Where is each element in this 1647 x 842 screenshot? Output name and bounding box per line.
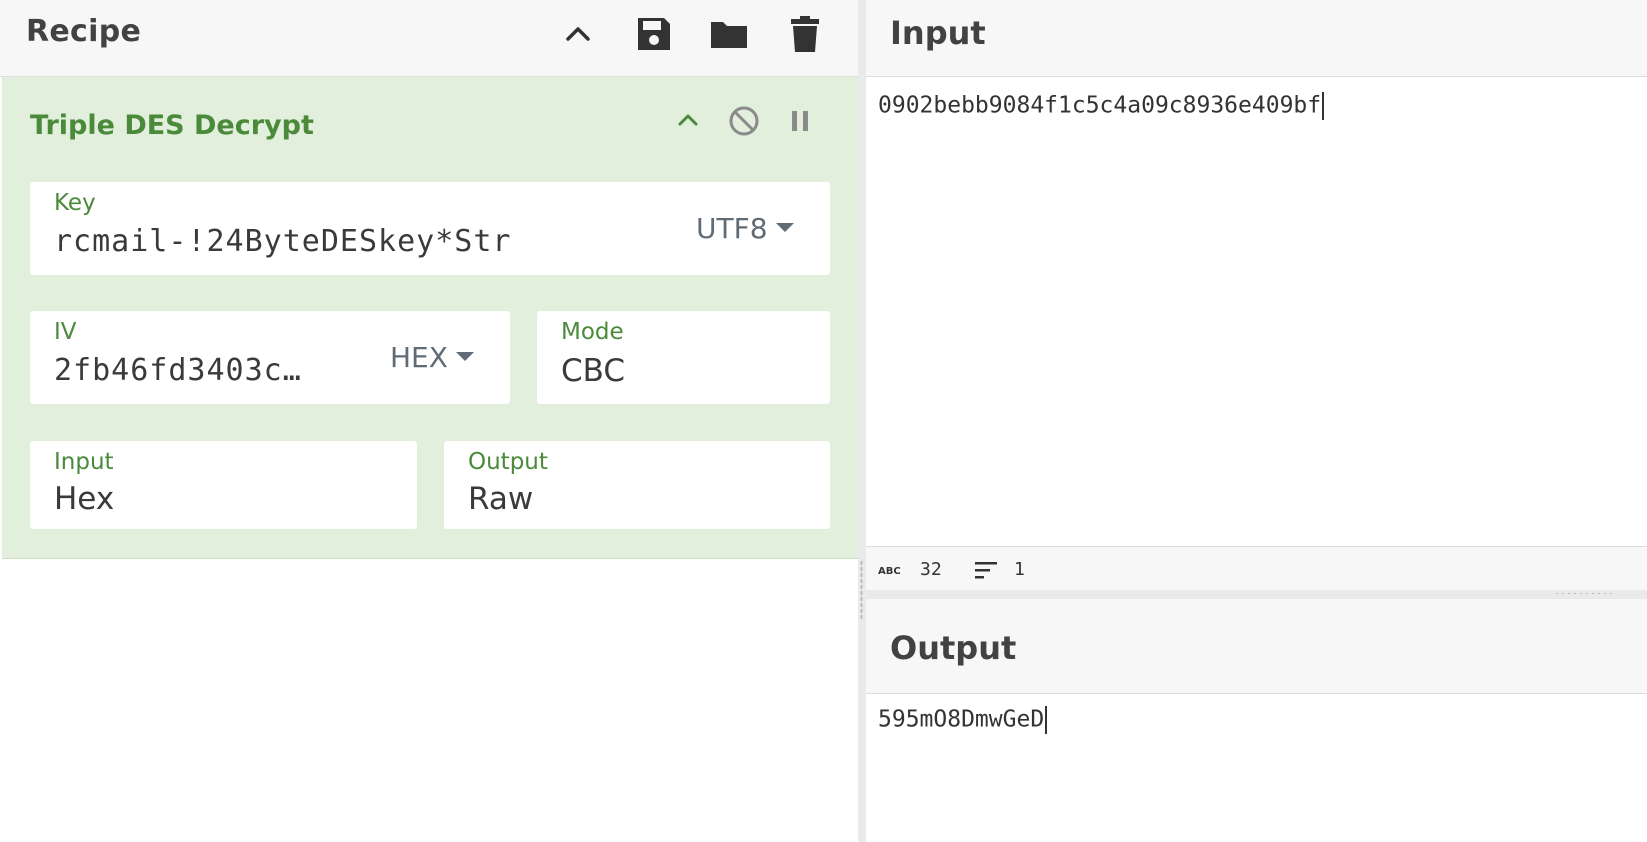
input-format-value[interactable]: Hex [54, 481, 114, 517]
input-format-label: Input [54, 449, 114, 475]
recipe-title: Recipe [26, 14, 142, 49]
io-resize-bar[interactable] [866, 590, 1647, 599]
caret-down-icon [775, 222, 794, 232]
output-format-label: Output [468, 449, 548, 475]
resize-handle[interactable] [860, 560, 863, 620]
io-resize-handle[interactable] [1554, 592, 1616, 595]
text-cursor [1322, 92, 1325, 120]
input-text: 0902bebb9084f1c5c4a09c8936e409bf [878, 92, 1322, 119]
iv-field[interactable]: IV 2fb46fd3403c… HEX [30, 311, 510, 404]
key-label: Key [54, 190, 96, 216]
pause-icon[interactable] [782, 103, 818, 139]
iv-label: IV [54, 319, 77, 345]
mode-value[interactable]: CBC [561, 353, 625, 389]
output-textarea[interactable]: 595mO8DmwGeD [878, 706, 1048, 734]
folder-icon[interactable] [709, 14, 749, 54]
input-format-field[interactable]: Input Hex [30, 441, 417, 529]
input-title: Input [890, 14, 986, 52]
mode-label: Mode [561, 319, 624, 345]
pane-divider[interactable] [858, 0, 866, 842]
output-format-value[interactable]: Raw [468, 481, 533, 517]
key-encoding-value: UTF8 [696, 212, 768, 245]
recipe-header: Recipe [0, 0, 858, 77]
input-status-bar: ABC 32 1 [866, 546, 1647, 591]
input-header: Input [866, 0, 1647, 77]
disable-icon[interactable] [726, 103, 762, 139]
output-text: 595mO8DmwGeD [878, 706, 1045, 733]
input-line-count: 1 [1014, 559, 1025, 580]
save-icon[interactable] [634, 14, 674, 54]
mode-field[interactable]: Mode CBC [537, 311, 830, 404]
iv-encoding-dropdown[interactable]: HEX [390, 341, 474, 374]
operation-triple-des-decrypt[interactable]: Triple DES Decrypt Key rcmail-!24ByteDES… [2, 77, 858, 559]
key-value[interactable]: rcmail-!24ByteDESkey*Str [54, 224, 511, 259]
input-length: 32 [920, 559, 942, 580]
recipe-pane: Recipe Triple DES Decrypt Key rcmail-!24… [0, 0, 860, 842]
key-field[interactable]: Key rcmail-!24ByteDESkey*Str UTF8 [30, 182, 830, 275]
iv-value[interactable]: 2fb46fd3403c… [54, 353, 302, 388]
trash-icon[interactable] [785, 14, 825, 54]
lines-icon [975, 562, 997, 579]
abc-icon: ABC [878, 566, 901, 577]
iv-encoding-value: HEX [390, 341, 448, 374]
chevron-up-icon[interactable] [558, 14, 598, 54]
key-encoding-dropdown[interactable]: UTF8 [696, 212, 794, 245]
input-textarea[interactable]: 0902bebb9084f1c5c4a09c8936e409bf [878, 92, 1325, 120]
operation-title: Triple DES Decrypt [30, 110, 314, 141]
svg-text:ABC: ABC [878, 566, 901, 577]
output-header: Output [866, 599, 1647, 694]
caret-down-icon [455, 351, 474, 361]
output-title: Output [890, 629, 1017, 667]
output-format-field[interactable]: Output Raw [444, 441, 830, 529]
chevron-up-icon[interactable] [670, 103, 706, 139]
text-cursor [1045, 706, 1048, 734]
